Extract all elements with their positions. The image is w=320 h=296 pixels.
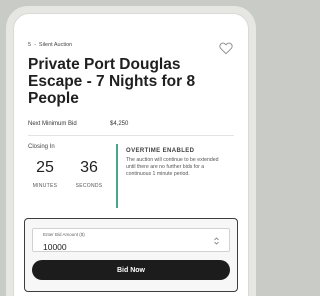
auction-item-card: 5 - Silent Auction Private Port Douglas … bbox=[13, 13, 249, 296]
closing-countdown: Closing In 25 MINUTES 36 SECONDS bbox=[28, 142, 114, 208]
overtime-notice: OVERTIME ENABLED The auction will contin… bbox=[116, 144, 228, 208]
seconds-unit: 36 SECONDS bbox=[72, 159, 106, 189]
countdown-timer: 25 MINUTES 36 SECONDS bbox=[28, 159, 114, 189]
overtime-body: The auction will continue to be extended… bbox=[126, 157, 219, 177]
bid-amount-input[interactable] bbox=[43, 242, 183, 252]
breadcrumb-separator: - bbox=[34, 42, 36, 48]
next-minimum-label: Next Minimum Bid bbox=[28, 121, 77, 127]
seconds-label: SECONDS bbox=[75, 183, 103, 189]
overtime-title: OVERTIME ENABLED bbox=[126, 148, 195, 154]
breadcrumb: 5 - Silent Auction bbox=[28, 40, 234, 50]
divider bbox=[28, 135, 234, 136]
seconds-value: 36 bbox=[80, 159, 98, 176]
category-link[interactable]: Silent Auction bbox=[39, 42, 72, 48]
lot-number: 5 bbox=[28, 42, 32, 48]
next-minimum-bid: Next Minimum Bid $4,250 bbox=[28, 121, 234, 127]
stepper-arrows-icon[interactable] bbox=[214, 237, 219, 247]
minutes-unit: 25 MINUTES bbox=[28, 159, 62, 189]
next-minimum-value: $4,250 bbox=[110, 121, 129, 127]
bid-amount-field[interactable]: Enter Bid Amount ($) bbox=[32, 228, 230, 252]
bid-panel: Enter Bid Amount ($) Bid Now bbox=[24, 218, 238, 292]
closing-row: Closing In 25 MINUTES 36 SECONDS OVERTIM… bbox=[28, 142, 234, 208]
device-frame: 5 - Silent Auction Private Port Douglas … bbox=[6, 6, 256, 296]
minutes-label: MINUTES bbox=[32, 183, 58, 189]
bid-amount-label: Enter Bid Amount ($) bbox=[43, 232, 85, 237]
heart-icon[interactable] bbox=[218, 40, 234, 56]
minutes-value: 25 bbox=[36, 159, 54, 176]
item-title: Private Port Douglas Escape - 7 Nights f… bbox=[28, 56, 196, 107]
closing-label: Closing In bbox=[28, 144, 55, 150]
bid-now-button[interactable]: Bid Now bbox=[32, 260, 230, 280]
